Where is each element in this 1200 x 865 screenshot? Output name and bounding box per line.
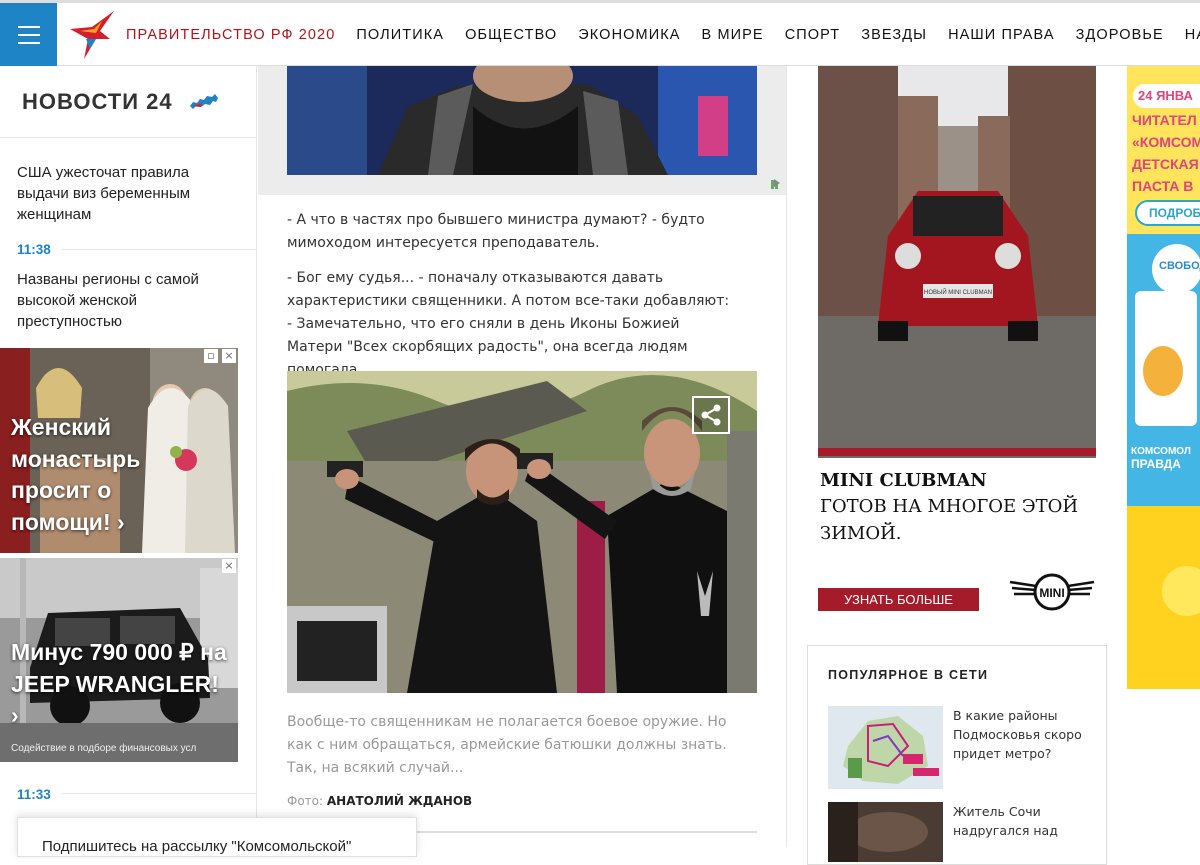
mini-logo-text: MINI: [1039, 586, 1064, 600]
side-ad-brand: ПРАВДА: [1131, 457, 1181, 471]
ad-mini-title: MINI CLUBMAN: [820, 470, 987, 491]
popular-item-text[interactable]: Житель Сочи надругался над: [953, 802, 1088, 840]
nav-item-rights[interactable]: НАШИ ПРАВА: [948, 27, 1055, 43]
nav-item-health[interactable]: ЗДОРОВЬЕ: [1076, 27, 1164, 43]
news24-sidebar: НОВОСТИ 24 США ужесточат правила выдачи …: [0, 66, 257, 847]
side-ad-button-text: ПОДРОБ: [1149, 206, 1200, 220]
news-item[interactable]: США ужесточат правила выдачи виз беремен…: [17, 162, 222, 225]
share-button[interactable]: [692, 396, 730, 434]
ad-choices-icon[interactable]: [770, 178, 782, 190]
ad-jeep[interactable]: × Минус 790 000 ₽ на JEEP WRANGLER! › Со…: [0, 558, 238, 762]
nav-item-economy[interactable]: ЭКОНОМИКА: [578, 27, 680, 43]
side-ad-line: ДЕТСКАЯ: [1132, 156, 1199, 172]
top-photo-area: [258, 66, 786, 195]
side-ad-brand: КОМСОМОЛ: [1131, 446, 1191, 457]
side-ad-line: ПАСТА В: [1132, 178, 1194, 194]
popular-item-text[interactable]: В какие районы Подмосковья скоро придет …: [953, 706, 1088, 763]
side-ad-brand: СВОБОД: [1159, 260, 1200, 272]
photo-credit-label: Фото:: [287, 794, 324, 808]
share-icon: [701, 404, 721, 426]
news24-title: НОВОСТИ 24: [22, 88, 173, 114]
side-ad-line: ЧИТАТЕЛ: [1132, 112, 1197, 128]
nav-item-society[interactable]: ОБЩЕСТВО: [465, 27, 557, 43]
ad-jeep-subtext: Содействие в подборе финансовых усл: [11, 743, 197, 754]
popular-title: ПОПУЛЯРНОЕ В СЕТИ: [828, 668, 989, 682]
mini-logo-icon: MINI: [1009, 573, 1095, 611]
kp-bird-logo-icon[interactable]: [66, 9, 118, 61]
news-time: 11:38: [17, 242, 51, 257]
news24-header: НОВОСТИ 24: [0, 66, 256, 138]
ad-mini-clubman[interactable]: НОВЫЙ MINI CLUBMAN MINI CLUBMAN ГОТОВ НА…: [818, 66, 1096, 638]
moscow-region-map-image: [828, 706, 943, 789]
ad-side-toothpaste[interactable]: 24 ЯНВА ЧИТАТЕЛ «КОМСОМ ДЕТСКАЯ ПАСТА В …: [1127, 66, 1200, 689]
nav-item-stars[interactable]: ЗВЕЗДЫ: [861, 27, 927, 43]
nav-item-science[interactable]: НАУ: [1185, 27, 1200, 43]
nav-item-politics[interactable]: ПОЛИТИКА: [356, 27, 444, 43]
ad-monastery-text: Женский монастырь просит о помощи! ›: [11, 414, 141, 535]
nav-item-sport[interactable]: СПОРТ: [785, 27, 841, 43]
news-item[interactable]: Названы регионы с самой высокой женской …: [17, 269, 222, 332]
top-photo: [287, 66, 757, 175]
divider: [62, 249, 256, 250]
learn-more-button[interactable]: УЗНАТЬ БОЛЬШЕ: [818, 588, 979, 611]
ad-close-button[interactable]: ×: [222, 559, 236, 573]
news-time: 11:33: [17, 787, 51, 802]
article-photo[interactable]: [287, 371, 757, 693]
top-navigation-bar: ПРАВИТЕЛЬСТВО РФ 2020 ПОЛИТИКА ОБЩЕСТВО …: [0, 0, 1200, 66]
article-paragraph: - Бог ему судья... - поначалу отказывают…: [287, 270, 730, 378]
photo-credit-author[interactable]: АНАТОЛИЙ ЖДАНОВ: [327, 794, 472, 808]
ad-mini-car-photo: НОВЫЙ MINI CLUBMAN: [818, 66, 1096, 458]
main-nav-menu: ПРАВИТЕЛЬСТВО РФ 2020 ПОЛИТИКА ОБЩЕСТВО …: [126, 3, 1200, 66]
menu-hamburger-icon[interactable]: [0, 3, 57, 66]
popular-thumb[interactable]: [828, 706, 943, 789]
russia-map-icon: [189, 93, 218, 109]
popular-online-box: ПОПУЛЯРНОЕ В СЕТИ В какие районы Подмоск…: [807, 645, 1107, 865]
article-column: - А что в частях про бывшего министра ду…: [258, 66, 787, 847]
ad-jeep-text: Минус 790 000 ₽ на JEEP WRANGLER! ›: [11, 639, 227, 728]
ad-close-button[interactable]: ×: [222, 349, 236, 363]
plate-text: НОВЫЙ MINI CLUBMAN: [924, 288, 992, 296]
subscribe-popup[interactable]: Подпишитесь на рассылку "Комсомольской": [17, 817, 417, 857]
side-ad-date: 24 ЯНВА: [1138, 88, 1193, 103]
side-ad-line: «КОМСОМ: [1132, 134, 1200, 150]
ad-mini-subtitle: ГОТОВ НА МНОГОЕ ЭТОЙ ЗИМОЙ.: [820, 496, 1079, 544]
photo-caption: Вообще-то священникам не полагается боев…: [287, 714, 727, 776]
article-paragraph: - А что в частях про бывшего министра ду…: [287, 212, 705, 251]
photo-credit: Фото: АНАТОЛИЙ ЖДАНОВ: [287, 794, 472, 808]
nav-item-government[interactable]: ПРАВИТЕЛЬСТВО РФ 2020: [126, 27, 335, 43]
priests-shooting-photo: [287, 371, 757, 693]
popular-thumb[interactable]: [828, 802, 943, 862]
side-ad-winnie-image: [1143, 346, 1183, 396]
divider: [62, 793, 256, 794]
ad-stripe: [818, 448, 1096, 456]
nav-item-world[interactable]: В МИРЕ: [702, 27, 764, 43]
ad-monastery[interactable]: ▫ × Женский монастырь просит о помощи! ›: [0, 348, 238, 553]
popular-photo-2: [828, 802, 943, 862]
ad-minimize-button[interactable]: ▫: [204, 349, 218, 363]
